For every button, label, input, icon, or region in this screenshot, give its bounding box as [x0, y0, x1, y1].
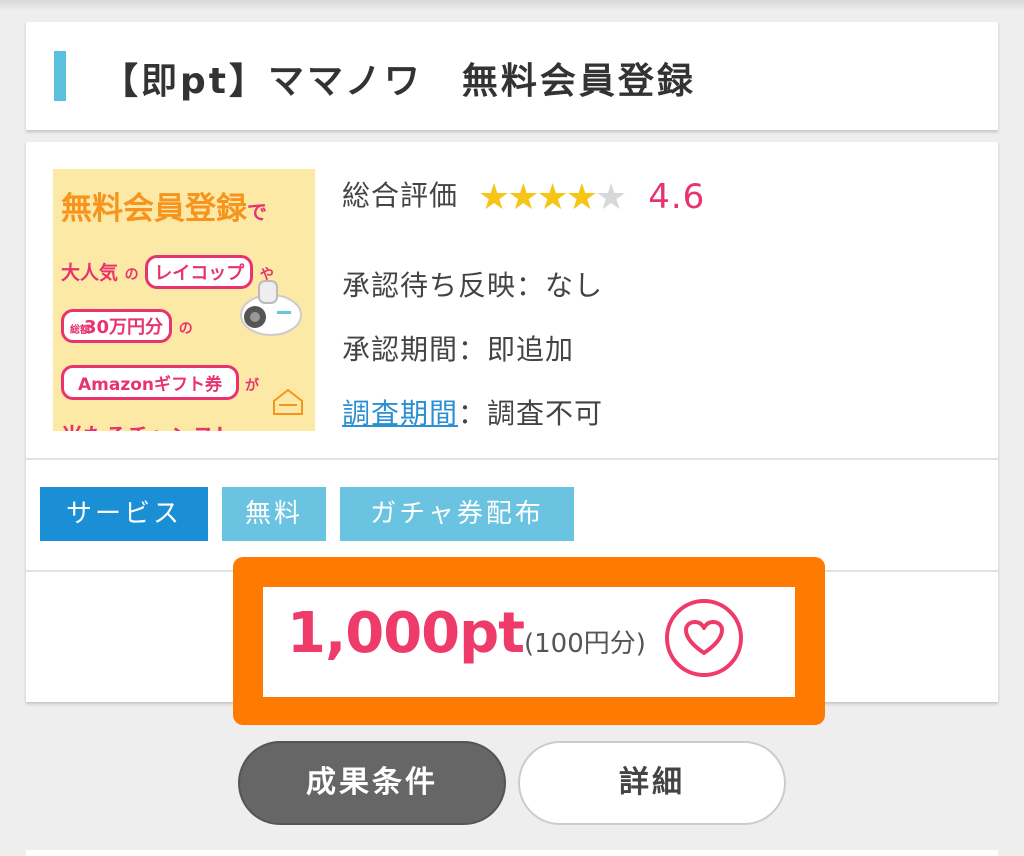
rating-stars: ★★★★★ [478, 176, 627, 218]
rating-value: 4.6 [648, 177, 706, 217]
title-card: 【即pt】ママノワ 無料会員登録 [26, 22, 998, 130]
favorite-button[interactable] [665, 599, 743, 677]
banner-line-3: 総額30万円分 の [61, 309, 193, 343]
banner-total-mini: 総額 [70, 325, 90, 336]
details-button[interactable]: 詳細 [518, 741, 786, 825]
rating-row: 総合評価 ★★★★★ 4.6 [342, 174, 705, 218]
tag-service[interactable]: サービス [40, 487, 208, 541]
page-title: 【即pt】ママノワ 無料会員登録 [102, 61, 696, 102]
raycop-device-icon [240, 280, 302, 336]
star-empty-icon: ★ [595, 176, 629, 218]
points-box: 1,000pt(100円分) [263, 587, 795, 697]
points-yen-value: (100円分) [524, 629, 646, 659]
banner-ga: が [244, 378, 259, 394]
survey-period-link[interactable]: 調査期間 [342, 397, 458, 430]
banner-line-5: 当たるチャンス！ [61, 419, 236, 431]
heart-icon [684, 620, 724, 655]
survey-period-value: ：調査不可 [458, 397, 604, 430]
survey-period-row: 調査期間：調査不可 [342, 392, 603, 432]
next-card-edge [26, 850, 998, 856]
banner-no-2: の [178, 321, 193, 337]
tag-free[interactable]: 無料 [222, 487, 326, 541]
banner-line-4: Amazonギフト券 が [61, 365, 259, 400]
conditions-button[interactable]: 成果条件 [238, 741, 506, 825]
points-value: 1,000pt [287, 601, 525, 666]
banner-line-1: 無料会員登録で [61, 183, 267, 228]
top-shadow [0, 0, 1024, 10]
rating-label: 総合評価 [342, 179, 459, 212]
tag-gacha-ticket[interactable]: ガチャ券配布 [340, 487, 574, 541]
banner-headline-suffix: で [247, 200, 267, 224]
points-text: 1,000pt(100円分) [287, 601, 646, 666]
divider [26, 458, 998, 460]
house-icon [273, 388, 303, 415]
banner-no-1: の [124, 267, 139, 283]
approval-wait: 承認待ち反映：なし [342, 269, 604, 302]
banner-amazon-pill: Amazonギフト券 [61, 365, 240, 400]
banner-total-pill: 総額30万円分 [61, 309, 173, 343]
banner-headline: 無料会員登録 [61, 191, 247, 227]
approval-period: 承認期間：即追加 [342, 333, 575, 366]
star-icon: ★ [536, 176, 570, 218]
title-accent-bar [54, 51, 66, 101]
banner-total-amount: 30万円分 [84, 317, 164, 338]
banner-popular: 大人気 [61, 262, 119, 284]
offer-banner-image[interactable]: 無料会員登録で 大人気 の レイコップ や 総額30万円分 の Amazonギフ… [53, 169, 315, 431]
